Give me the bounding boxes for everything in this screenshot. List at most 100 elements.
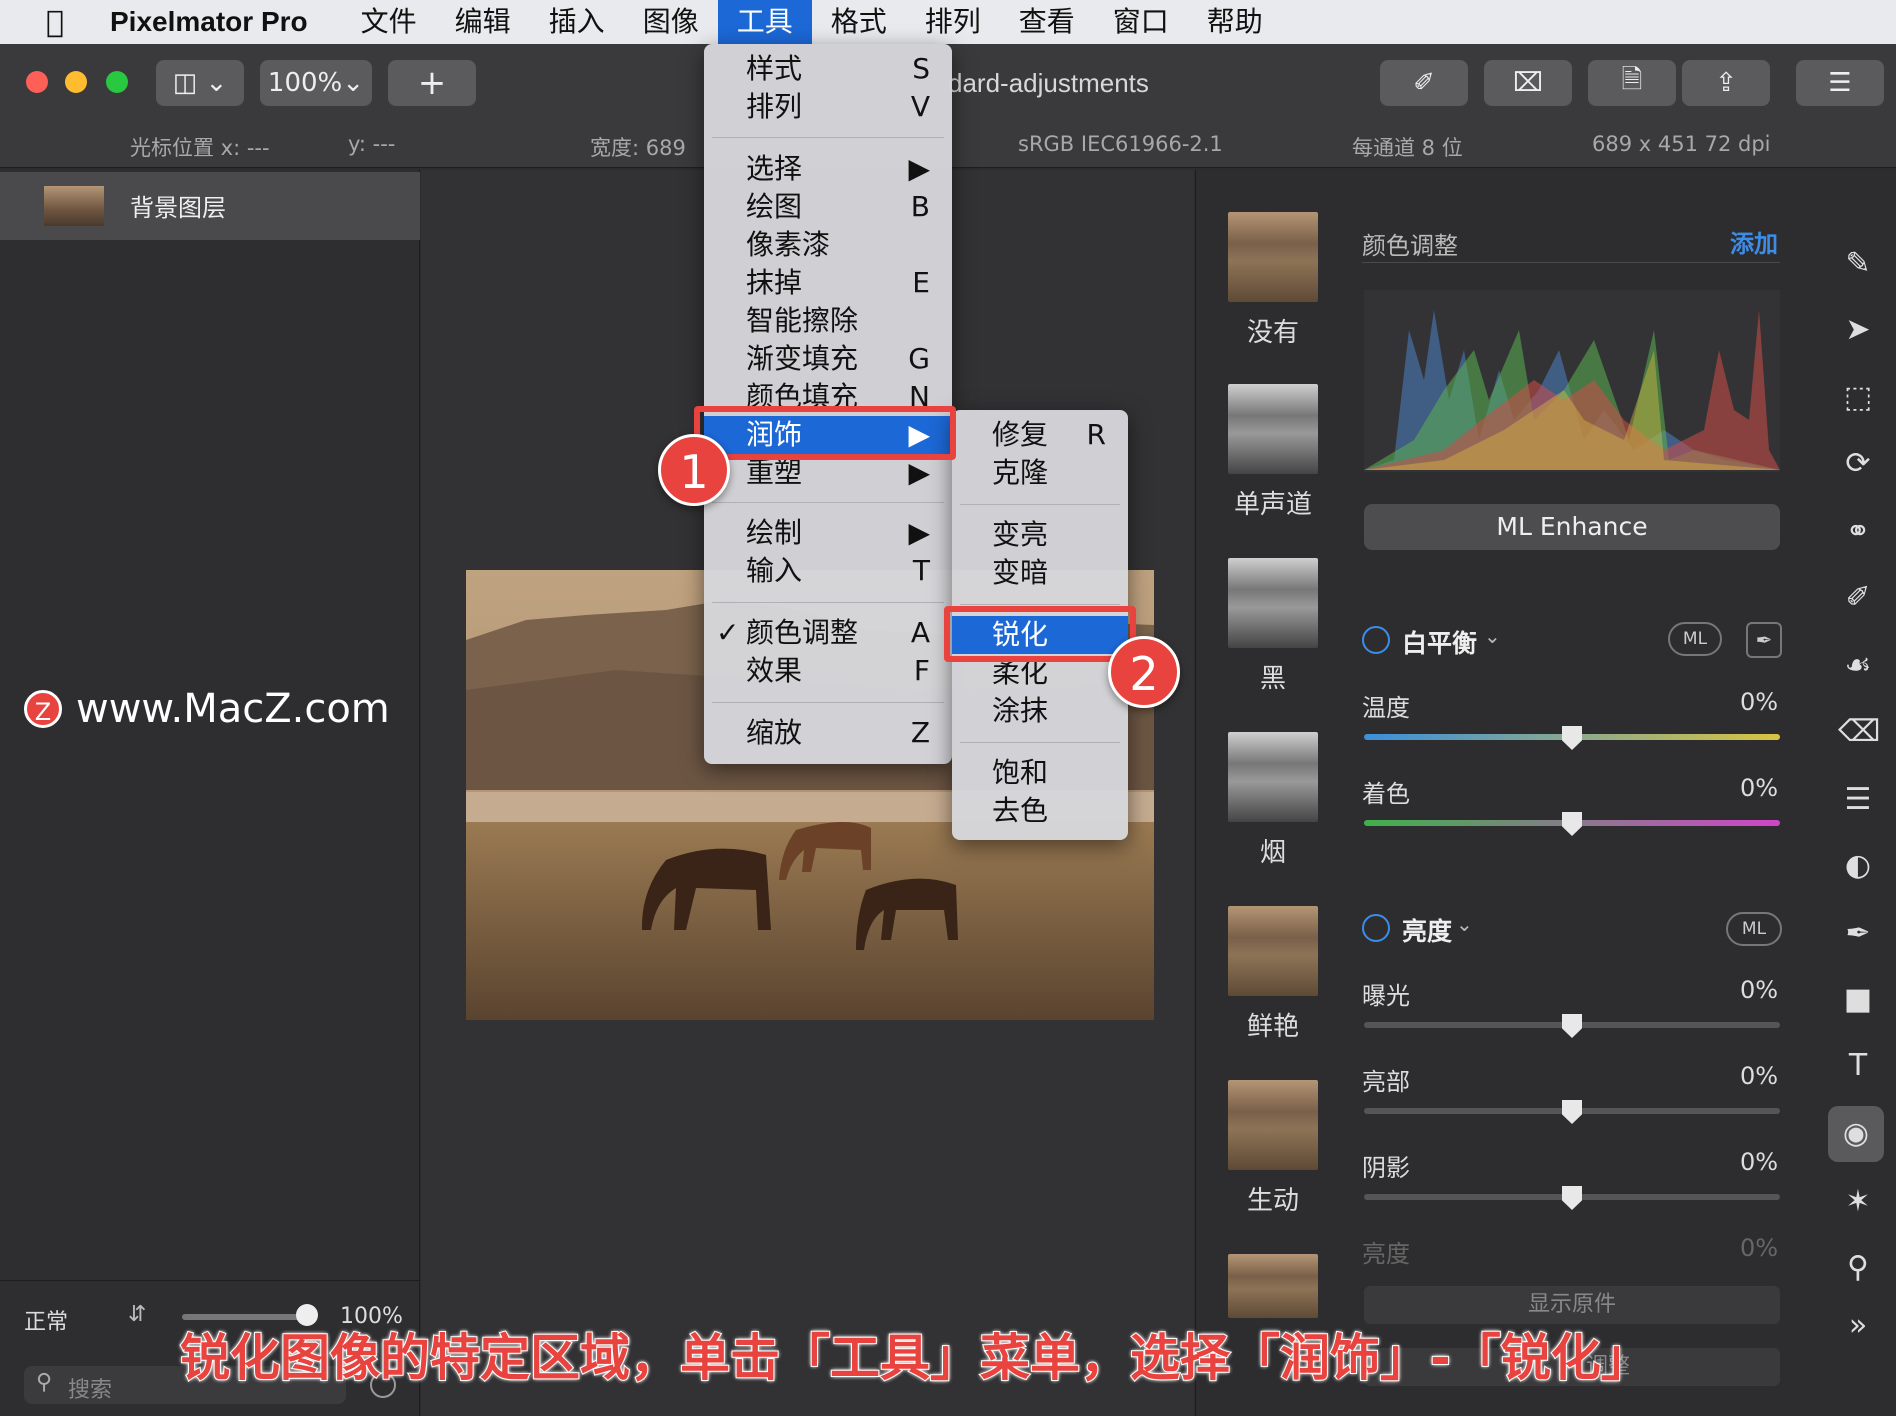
- style-tool-icon[interactable]: ✎: [1838, 244, 1878, 284]
- selection-tool-icon[interactable]: ⬚: [1838, 378, 1878, 418]
- apple-icon[interactable]: : [0, 5, 110, 40]
- crop-button[interactable]: ⌧: [1484, 60, 1572, 106]
- pen-tool-icon[interactable]: ✒: [1838, 914, 1878, 954]
- menu-tools[interactable]: 工具: [717, 0, 812, 44]
- preset-thumbnail-none[interactable]: [1228, 212, 1318, 302]
- preset-thumbnail-black[interactable]: [1228, 558, 1318, 648]
- adjustments-toggle-button[interactable]: ☰: [1796, 60, 1884, 106]
- white-balance-label[interactable]: 白平衡: [1402, 624, 1477, 660]
- arrange-tool-icon[interactable]: ➤: [1838, 310, 1878, 350]
- brightness-toggle[interactable]: [1362, 914, 1390, 942]
- add-button[interactable]: +: [388, 60, 476, 106]
- color-adjust-tool-icon[interactable]: ◉: [1828, 1106, 1884, 1162]
- submenu-item-darken[interactable]: 变暗: [952, 554, 1128, 592]
- preset-thumbnail-mono[interactable]: [1228, 384, 1318, 474]
- export-document-button[interactable]: 🗎: [1588, 60, 1676, 106]
- ml-brightness-button[interactable]: ML: [1726, 912, 1782, 946]
- menu-item-color-adjust[interactable]: ✓ 颜色调整 A: [704, 614, 952, 652]
- menu-help[interactable]: 帮助: [1188, 0, 1282, 44]
- add-adjustment-link[interactable]: 添加: [1730, 224, 1778, 259]
- shadows-value: 0%: [1740, 1148, 1779, 1176]
- menu-item-select[interactable]: 选择 ▶: [704, 150, 952, 188]
- menu-separator: [712, 502, 944, 503]
- menu-item-erase[interactable]: 抹掉 E: [704, 264, 952, 302]
- menu-item-gradient-fill[interactable]: 渐变填充 G: [704, 340, 952, 378]
- divider: [1362, 262, 1780, 263]
- preset-thumbnail[interactable]: [1228, 1254, 1318, 1318]
- menu-file[interactable]: 文件: [342, 0, 436, 44]
- menu-item-pixel-paint[interactable]: 像素漆: [704, 226, 952, 264]
- tutorial-caption: 锐化图像的特定区域，单击「工具」菜单，选择「润饰」-「锐化」: [179, 1328, 1652, 1388]
- menu-edit[interactable]: 编辑: [436, 0, 530, 44]
- paint-tool-icon[interactable]: ✐: [1838, 578, 1878, 618]
- ml-white-balance-button[interactable]: ML: [1668, 622, 1722, 656]
- share-button[interactable]: ⇪: [1682, 60, 1770, 106]
- submenu-item-smudge[interactable]: 涂抹: [952, 692, 1128, 730]
- magic-select-tool-icon[interactable]: ⚭: [1838, 512, 1878, 552]
- menu-separator: [712, 602, 944, 603]
- menu-item-smart-erase[interactable]: 智能擦除: [704, 302, 952, 340]
- submenu-item-repair[interactable]: 修复 R: [952, 416, 1128, 454]
- menu-view[interactable]: 查看: [1000, 0, 1094, 44]
- brightness-value-faded: 0%: [1740, 1234, 1779, 1262]
- blend-mode-select[interactable]: 正常: [24, 1304, 68, 1336]
- close-window-button[interactable]: [26, 71, 48, 93]
- menu-window[interactable]: 窗口: [1094, 0, 1188, 44]
- chevron-down-icon: ⌄: [1456, 912, 1473, 936]
- chevron-down-icon: ⌄: [342, 68, 365, 98]
- more-tools-icon[interactable]: »: [1838, 1306, 1878, 1346]
- layer-row[interactable]: 背景图层: [0, 172, 420, 240]
- submenu-item-saturate[interactable]: 饱和: [952, 754, 1128, 792]
- lasso-tool-icon[interactable]: ⟳: [1838, 444, 1878, 484]
- submenu-item-desaturate[interactable]: 去色: [952, 792, 1128, 830]
- menu-bar:  Pixelmator Pro 文件 编辑 插入 图像 工具 格式 排列 查看…: [0, 0, 1896, 44]
- preset-label: 鲜艳: [1246, 1012, 1299, 1042]
- menu-insert[interactable]: 插入: [530, 0, 624, 44]
- preset-thumbnail-smoke[interactable]: [1228, 732, 1318, 822]
- white-balance-toggle[interactable]: [1362, 626, 1390, 654]
- zoom-tool-icon[interactable]: ⚲: [1838, 1248, 1878, 1288]
- type-tool-icon[interactable]: T: [1838, 1046, 1878, 1086]
- repair-tool-icon[interactable]: ☰: [1838, 780, 1878, 820]
- updown-chevron-icon: ⇵: [128, 1302, 147, 1327]
- menu-item-zoom[interactable]: 缩放 Z: [704, 714, 952, 752]
- menu-item-effects[interactable]: 效果 F: [704, 652, 952, 690]
- zoom-button[interactable]: 100% ⌄: [260, 60, 372, 106]
- menu-separator: [712, 137, 944, 138]
- zoom-window-button[interactable]: [106, 71, 128, 93]
- sidebar-toggle-button[interactable]: ◫ ⌄: [156, 60, 244, 106]
- submenu-item-clone[interactable]: 克隆: [952, 454, 1128, 492]
- submenu-arrow-icon: ▶: [908, 516, 930, 549]
- preset-thumbnail-lively[interactable]: [1228, 1080, 1318, 1170]
- eyedropper-icon[interactable]: ✒: [1746, 622, 1782, 658]
- eraser-tool-icon[interactable]: ⌫: [1838, 712, 1880, 752]
- menu-format[interactable]: 格式: [812, 0, 906, 44]
- effects-tool-icon[interactable]: ✶: [1838, 1182, 1878, 1222]
- clone-tool-icon[interactable]: ◐: [1838, 846, 1878, 886]
- cursor-x-readout: 光标位置 x: ---: [130, 136, 270, 160]
- preset-thumbnail-vivid[interactable]: [1228, 906, 1318, 996]
- preset-label: 生动: [1246, 1186, 1299, 1216]
- menu-item-paint[interactable]: 绘图 B: [704, 188, 952, 226]
- temperature-value: 0%: [1740, 688, 1779, 716]
- color-profile-readout: sRGB IEC61966-2.1: [1018, 132, 1223, 156]
- share-icon: ⇪: [1715, 68, 1737, 98]
- temperature-label: 温度: [1362, 694, 1410, 722]
- submenu-item-lighten[interactable]: 变亮: [952, 516, 1128, 554]
- menu-arrange[interactable]: 排列: [906, 0, 1000, 44]
- fill-tool-icon[interactable]: ☙: [1838, 646, 1878, 686]
- retouch-button[interactable]: ✐: [1380, 60, 1468, 106]
- preset-label: 黑: [1259, 664, 1286, 694]
- shape-tool-icon[interactable]: ■: [1838, 980, 1878, 1020]
- app-name-menu[interactable]: Pixelmator Pro: [110, 6, 308, 38]
- brightness-label[interactable]: 亮度: [1402, 912, 1452, 948]
- ml-enhance-button[interactable]: ML Enhance: [1364, 504, 1780, 550]
- menu-item-draw[interactable]: 绘制 ▶: [704, 514, 952, 552]
- menu-separator: [960, 742, 1120, 743]
- menu-item-arrange[interactable]: 排列 V: [704, 88, 952, 126]
- highlight-box-retouch: [694, 406, 956, 460]
- menu-image[interactable]: 图像: [624, 0, 718, 44]
- minimize-window-button[interactable]: [65, 71, 87, 93]
- menu-item-type[interactable]: 输入 T: [704, 552, 952, 590]
- menu-item-style[interactable]: 样式 S: [704, 50, 952, 88]
